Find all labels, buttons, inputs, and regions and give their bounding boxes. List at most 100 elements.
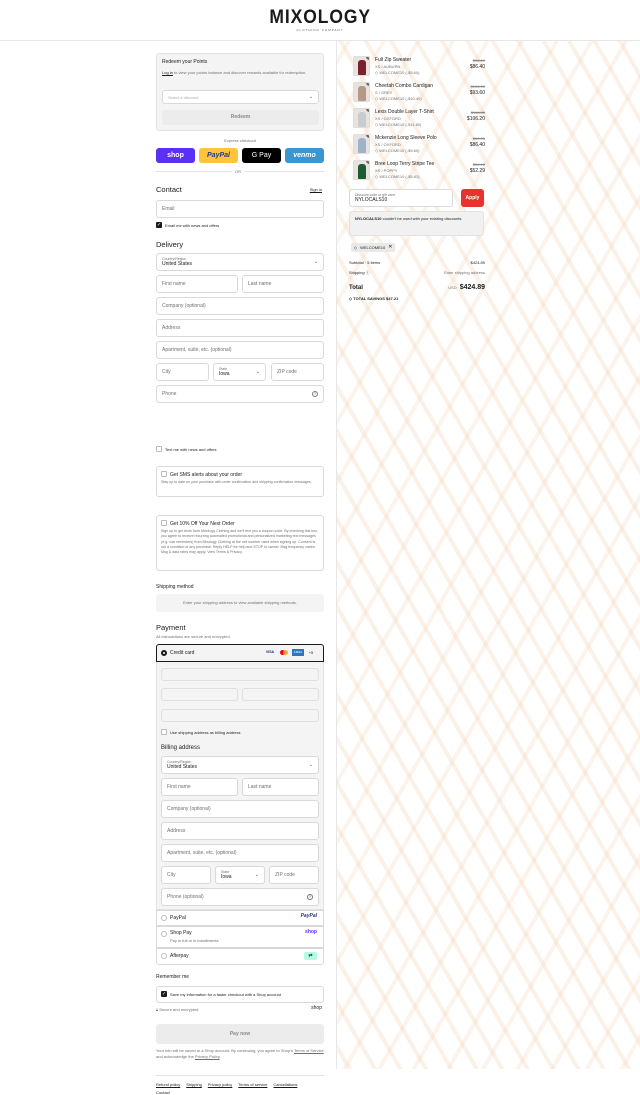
quantity-badge: 1 [366,83,369,86]
product-old-price: $96.00 [472,58,485,63]
billing-apartment-field[interactable]: Apartment, suite, etc. (optional) [161,844,319,862]
card-name-field[interactable] [161,709,319,722]
express-title: Express checkout [224,138,256,143]
info-icon[interactable]: ⓘ [366,270,370,275]
privacy-policy-link[interactable]: Privacy policy [208,1082,232,1087]
brand-logo[interactable]: MIXOLOGY [269,8,371,27]
product-price: $86.40 [469,64,485,70]
shipping-link[interactable]: Shipping [186,1082,202,1087]
promo-checkbox[interactable] [161,520,167,526]
product-image: 1 [353,134,370,154]
billing-same-checkbox[interactable] [161,729,167,735]
billing-phone-field[interactable]: Phone (optional)? [161,888,319,906]
cancellations-link[interactable]: Cancellations [273,1082,297,1087]
venmo-button[interactable]: venmo [285,148,324,163]
tag-icon: ◇ [349,296,353,301]
billing-state-select[interactable]: State Iowa ⌄ [215,866,265,884]
product-variant: XS / OXFORD [375,116,401,121]
apply-button[interactable]: Apply [461,189,484,207]
secure-note: 🔒︎ Secure and encrypted [156,1007,199,1012]
remove-tag-icon[interactable]: ✕ [388,243,392,252]
country-select[interactable]: Country/Region United States ⌄ [156,253,324,271]
contact-link[interactable]: Contact [156,1090,170,1095]
text-news-checkbox[interactable] [156,446,162,452]
help-icon[interactable]: ? [312,391,318,397]
chevron-down-icon: ⌄ [254,872,259,878]
google-pay-button[interactable]: G Pay [242,148,281,163]
terms-of-service-link[interactable]: Terms of service [238,1082,267,1087]
discount-tag: ◇ WELCOME10 ✕ [351,243,396,252]
billing-city-field[interactable]: City [161,866,211,884]
shop-pay-radio[interactable] [161,931,167,937]
billing-heading: Billing address [161,745,201,751]
footer-divider [156,1075,324,1076]
address-field[interactable]: Address [156,319,324,337]
refund-policy-link[interactable]: Refund policy [156,1082,180,1087]
tag-icon: ◇ [375,96,379,101]
city-field[interactable]: City [156,363,209,381]
discount-field[interactable]: Discount code or gift card NYLOCALS10 [349,189,453,207]
company-field[interactable]: Company (optional) [156,297,324,315]
privacy-link[interactable]: Privacy Policy [195,1054,220,1059]
remember-checkbox[interactable]: ✓ [161,991,167,997]
product-name: Lexis Double Layer T-Shirt [375,109,434,115]
product-discount: ◇ WELCOME10 (-$10.40) [375,96,422,101]
paypal-button[interactable]: PayPal [199,148,238,163]
product-variant: XS / OXFORD [375,142,401,147]
tag-icon: ◇ [375,148,379,153]
cart-item: 1 Lexis Double Layer T-ShirtXS / OXFORD◇ … [353,108,485,130]
product-price: $52.29 [469,168,485,174]
sign-in-link[interactable]: Sign in [310,187,322,192]
shop-pay-button[interactable]: shop [156,148,195,163]
sms-alerts-checkbox[interactable] [161,471,167,477]
payment-subtitle: All transactions are secure and encrypte… [156,634,231,639]
billing-zip-field[interactable]: ZIP code [269,866,319,884]
paypal-option-label: PayPal [170,915,186,921]
state-select[interactable]: State Iowa ⌄ [213,363,266,381]
email-news-checkbox[interactable]: ✓ [156,222,162,228]
product-image: 1 [353,160,370,180]
product-image: 1 [353,82,370,102]
billing-address-field[interactable]: Address [161,822,319,840]
quantity-badge: 1 [366,135,369,138]
last-name-field[interactable]: Last name [242,275,324,293]
help-icon[interactable]: ? [307,894,313,900]
product-image: 1 [353,108,370,128]
email-news-label: Email me with news and offers [165,223,220,228]
billing-last-name-field[interactable]: Last name [242,778,319,796]
billing-company-field[interactable]: Company (optional) [161,800,319,818]
rewards-title: Redeem your Points [162,59,208,65]
terms-link[interactable]: Terms of Service [294,1048,324,1053]
contact-heading: Contact [156,185,182,194]
credit-card-radio[interactable] [161,650,167,656]
visa-icon: VISA [265,650,275,654]
zip-field[interactable]: ZIP code [271,363,324,381]
payment-heading: Payment [156,623,186,632]
paypal-radio[interactable] [161,915,167,921]
card-expiry-field[interactable] [161,688,238,701]
total-label: Total [349,285,363,291]
shipping-value: Enter shipping address [444,270,485,275]
shop-pay-logo: shop [305,929,317,935]
card-cvv-field[interactable] [242,688,319,701]
shipping-method-heading: Shipping method [156,584,194,590]
remember-heading: Remember me [156,974,190,980]
billing-country-select[interactable]: Country/Region United States ⌄ [161,756,319,774]
afterpay-radio[interactable] [161,953,167,959]
card-number-field[interactable] [161,668,319,681]
subtotal-label: Subtotal · 5 items [349,260,381,265]
first-name-field[interactable]: First name [156,275,238,293]
amex-icon: AMEX [292,649,304,656]
redeem-button[interactable]: Redeem [162,110,319,125]
quantity-badge: 1 [366,57,369,60]
email-field[interactable]: Email [156,200,324,218]
pay-now-button[interactable]: Pay now [156,1024,324,1044]
product-old-price: $96.00 [472,136,485,141]
product-discount: ◇ WELCOME10 (-$9.60) [375,70,420,75]
product-figure [358,86,366,101]
billing-first-name-field[interactable]: First name [161,778,238,796]
rewards-select[interactable]: Select a discount ⌄ [162,90,319,104]
phone-field[interactable]: Phone? [156,385,324,403]
apartment-field[interactable]: Apartment, suite, etc. (optional) [156,341,324,359]
rewards-login-link[interactable]: Log in [162,70,173,75]
